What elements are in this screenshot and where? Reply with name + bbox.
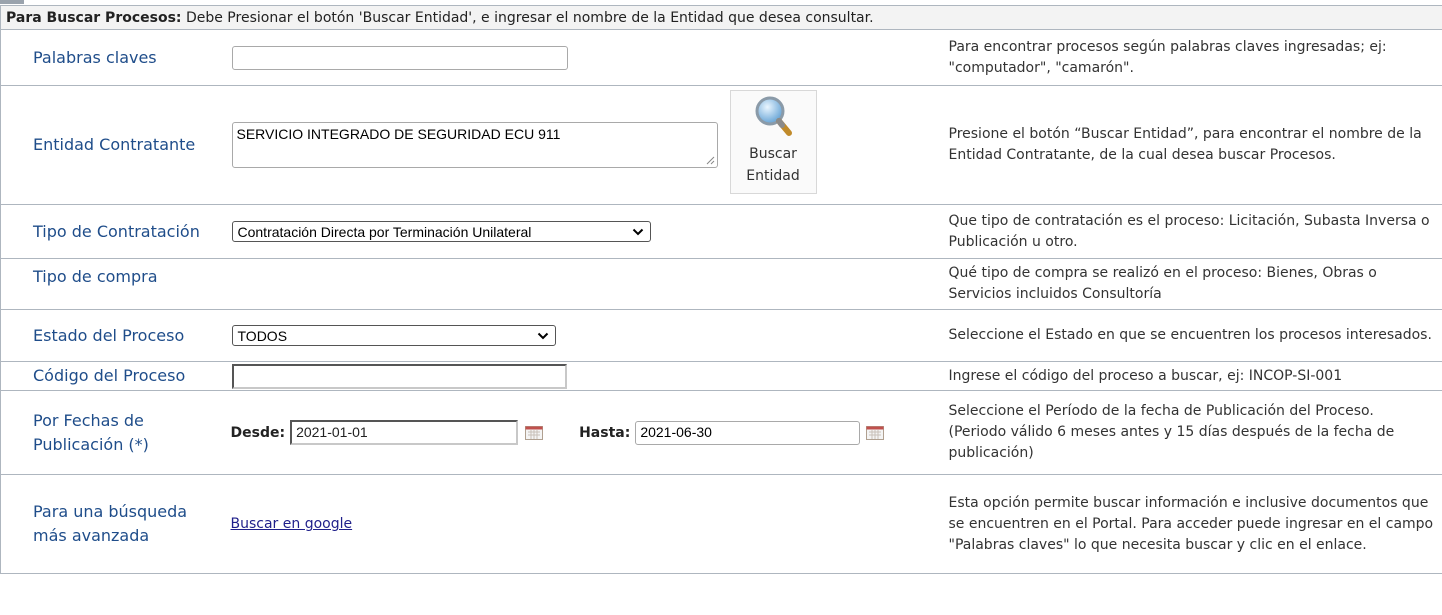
from-date-input[interactable]: 2021-01-01 (290, 420, 519, 445)
purchase-type-row: Tipo de compra Qué tipo de compra se rea… (0, 258, 1442, 310)
keywords-input[interactable] (231, 45, 568, 70)
date-range: Desde: 2021-01-01 Hasta: 2021-06-30 (231, 420, 946, 445)
purchase-type-label: Tipo de compra (0, 258, 229, 310)
instructions-cell: Para Buscar Procesos: Debe Presionar el … (0, 5, 1442, 30)
to-date-input[interactable]: 2021-06-30 (635, 420, 861, 445)
status-row: Estado del Proceso TODOS Seleccione el E… (0, 309, 1442, 362)
code-row: Código del Proceso Ingrese el código del… (0, 361, 1442, 391)
entity-textarea[interactable]: SERVICIO INTEGRADO DE SEGURIDAD ECU 911 (231, 122, 718, 168)
chevron-down-icon (537, 332, 548, 339)
entity-row: Entidad Contratante SERVICIO INTEGRADO D… (0, 85, 1442, 205)
advanced-label-line-2: más avanzada (33, 526, 150, 545)
magnifier-icon (755, 96, 792, 136)
instructions-row: Para Buscar Procesos: Debe Presionar el … (0, 5, 1442, 30)
google-search-link[interactable]: Buscar en google (231, 516, 353, 532)
purchase-type-field-cell (228, 258, 946, 310)
code-label: Código del Proceso (0, 361, 229, 391)
entity-field-cell: SERVICIO INTEGRADO DE SEGURIDAD ECU 911 (228, 85, 946, 205)
buscar-entidad-label-1: Buscar (749, 146, 797, 162)
from-label: Desde: (230, 424, 286, 441)
dates-field-cell: Desde: 2021-01-01 Hasta: 2021-06-30 (228, 390, 946, 475)
to-label: Hasta: (579, 424, 631, 441)
resize-grip-icon[interactable] (706, 156, 715, 165)
buscar-entidad-label-2: Entidad (746, 168, 800, 184)
dates-label-line-1: Por Fechas de (33, 410, 144, 430)
buscar-entidad-button[interactable]: Buscar Entidad (729, 90, 817, 194)
contract-type-row: Tipo de Contratación Contratación Direct… (0, 204, 1442, 259)
entity-help: Presione el botón “Buscar Entidad”, para… (945, 85, 1442, 205)
status-selected: TODOS (237, 327, 288, 344)
advanced-label-line-1: Para una búsqueda (33, 502, 188, 521)
code-field-cell (228, 361, 946, 391)
entity-textarea-value: SERVICIO INTEGRADO DE SEGURIDAD ECU 911 (236, 126, 561, 142)
advanced-row: Para una búsqueda más avanzada Buscar en… (0, 474, 1442, 574)
dates-help: Seleccione el Período de la fecha de Pub… (945, 390, 1442, 475)
status-field-cell: TODOS (228, 309, 946, 362)
calendar-icon[interactable] (525, 425, 544, 440)
advanced-label: Para una búsqueda más avanzada (0, 474, 229, 574)
keywords-help: Para encontrar procesos según palabras c… (945, 29, 1442, 86)
contract-type-selected: Contratación Directa por Terminación Uni… (237, 223, 532, 240)
chevron-down-icon (632, 228, 643, 235)
purchase-type-help: Qué tipo de compra se realizó en el proc… (945, 258, 1442, 310)
cropped-fragment (0, 0, 24, 4)
status-select[interactable]: TODOS (231, 325, 556, 346)
dates-row: Por Fechas de Publicación (*) Desde: 202… (0, 390, 1442, 475)
status-label: Estado del Proceso (0, 309, 229, 362)
code-input[interactable] (231, 363, 567, 389)
status-help: Seleccione el Estado en que se encuentre… (945, 309, 1442, 362)
instructions-text: Debe Presionar el botón 'Buscar Entidad'… (181, 9, 874, 26)
instructions-bold: Para Buscar Procesos: (6, 9, 182, 26)
dates-label-line-2: Publicación (*) (33, 434, 149, 454)
advanced-help: Esta opción permite buscar información e… (945, 474, 1442, 574)
keywords-row: Palabras claves Para encontrar procesos … (0, 29, 1442, 86)
code-help: Ingrese el código del proceso a buscar, … (945, 361, 1442, 391)
keywords-label: Palabras claves (0, 29, 229, 86)
contract-type-select[interactable]: Contratación Directa por Terminación Uni… (231, 221, 651, 242)
advanced-field-cell: Buscar en google (228, 474, 946, 574)
dates-label: Por Fechas de Publicación (*) (0, 390, 229, 475)
keywords-field-cell (228, 29, 946, 86)
search-form-table: Para Buscar Procesos: Debe Presionar el … (0, 5, 1442, 574)
dates-help-line-1: Seleccione el Período de la fecha de Pub… (948, 403, 1374, 419)
contract-type-field-cell: Contratación Directa por Terminación Uni… (228, 204, 946, 259)
dates-help-line-2: (Periodo válido 6 meses antes y 15 días … (948, 424, 1395, 461)
contract-type-label: Tipo de Contratación (0, 204, 229, 259)
entity-label: Entidad Contratante (0, 85, 229, 205)
contract-type-help: Que tipo de contratación es el proceso: … (945, 204, 1442, 259)
calendar-icon[interactable] (866, 425, 885, 440)
